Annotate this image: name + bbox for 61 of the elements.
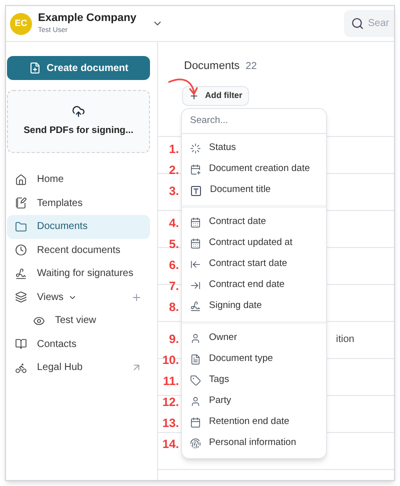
step-number: 11. [162, 372, 179, 390]
step-number: 9. [168, 330, 179, 348]
external-link-icon[interactable] [131, 362, 142, 374]
step-number: 4. [168, 214, 179, 232]
company-name: Example Company [38, 13, 136, 24]
page-title: Documents [184, 59, 240, 74]
create-document-button[interactable]: Create document [7, 56, 150, 80]
arrow-right-bar-icon [190, 280, 201, 291]
step-number: 5. [168, 236, 179, 252]
eye-icon [33, 314, 45, 327]
nav-item[interactable]: Waiting for signatures [7, 262, 150, 286]
notebook-icon [15, 197, 27, 210]
layers-icon [15, 291, 27, 304]
step-number: 2. [168, 162, 179, 178]
arrow-left-bar-icon [190, 259, 201, 270]
add-filter-button[interactable]: Add filter [182, 86, 250, 106]
step-number: 3. [168, 182, 179, 200]
step-number: 10. [162, 352, 179, 368]
file-plus-icon [28, 62, 41, 74]
add-icon[interactable] [131, 292, 142, 303]
calendar-icon [190, 238, 201, 249]
upload-label: Send PDFs for signing... [24, 124, 134, 138]
house-icon [15, 174, 27, 186]
file-icon [190, 354, 201, 365]
loader-icon [190, 143, 201, 154]
step-number: 7. [168, 278, 179, 294]
step-number: 1. [168, 140, 179, 158]
signature-icon [15, 268, 27, 280]
nav-item[interactable]: Legal Hub [7, 356, 150, 380]
nav-item[interactable]: Test view [7, 309, 150, 332]
step-number: 13. [162, 414, 179, 432]
user-icon [190, 333, 201, 344]
step-number: 12. [162, 394, 179, 410]
book-icon [15, 338, 27, 350]
nav-item[interactable]: Documents [7, 215, 150, 238]
filter-search-field[interactable]: Search... [190, 114, 318, 128]
nav-item[interactable]: Recent documents [7, 238, 150, 262]
table-cell-text: ition [336, 333, 354, 347]
clock-icon [15, 244, 27, 256]
text-box-icon [190, 184, 202, 196]
calendar-icon [190, 417, 201, 428]
step-number: 14. [162, 436, 179, 452]
nav-item[interactable]: Templates [7, 192, 150, 215]
tag-icon [190, 375, 201, 386]
fingerprint-icon [190, 438, 201, 449]
arrow-annotation [167, 76, 201, 98]
nav-item[interactable]: Home [7, 168, 150, 192]
folder-icon [15, 220, 27, 233]
document-count: 22 [246, 60, 257, 74]
upload-area[interactable]: Send PDFs for signing... [7, 90, 150, 153]
calendar-plus-icon [190, 164, 201, 175]
upload-icon [72, 104, 85, 118]
signature-icon [190, 301, 201, 312]
step-number: 6. [168, 256, 179, 274]
calendar-icon [190, 217, 201, 228]
user-icon [190, 396, 201, 407]
nav-item[interactable]: Views [7, 286, 150, 309]
bike-icon [15, 362, 27, 374]
step-number: 8. [168, 298, 179, 316]
nav-item[interactable]: Contacts [7, 332, 150, 356]
search-icon [351, 17, 364, 30]
